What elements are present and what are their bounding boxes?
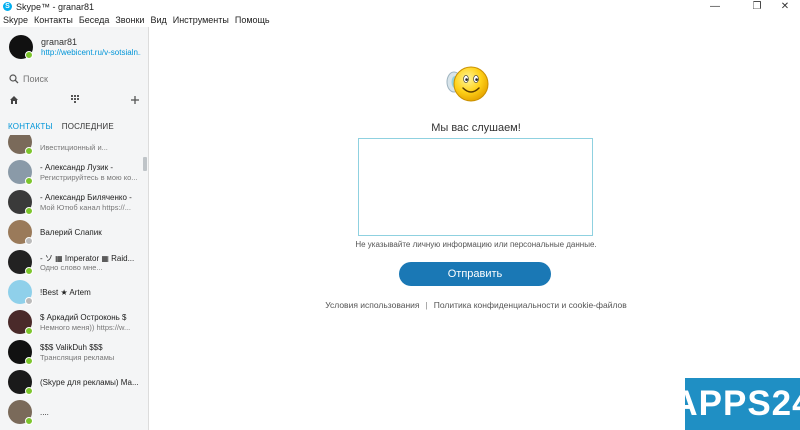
contact-item[interactable]: $$$ ValikDuh $$$ Трансляция рекламы [0, 337, 148, 367]
profile-name: granar81 [41, 37, 78, 47]
contact-mood: Одно слово мне... [40, 263, 103, 272]
contact-name: Валерий Слапик [40, 228, 102, 237]
sidebar: granar81 http://webicent.ru/v-sotsialn..… [0, 27, 149, 430]
contact-item[interactable]: Валерий Слапик [0, 217, 148, 247]
online-status-icon [25, 177, 33, 185]
online-status-icon [25, 357, 33, 365]
search-icon [9, 74, 19, 84]
feedback-textarea[interactable] [358, 138, 593, 236]
online-status-icon [25, 51, 33, 59]
feedback-heading: Мы вас слушаем! [431, 122, 521, 134]
contact-list[interactable]: Ивестиционный и... - Александр Лузик - Рег… [0, 135, 148, 430]
away-status-icon [25, 297, 33, 305]
search-input[interactable] [23, 74, 133, 84]
feedback-panel: Мы вас слушаем! Не указывайте личную инф… [150, 27, 800, 430]
away-status-icon [25, 237, 33, 245]
menu-contacts[interactable]: Контакты [34, 15, 73, 25]
close-button[interactable]: ✕ [770, 0, 800, 13]
skype-logo-icon: S [3, 2, 12, 11]
profile-panel[interactable]: granar81 http://webicent.ru/v-sotsialn..… [0, 27, 148, 67]
minimize-button[interactable]: — [700, 0, 730, 13]
contact-item[interactable]: (Skype для рекламы) Ма... [0, 367, 148, 397]
contact-mood: Немного меня)) https://w... [40, 323, 131, 332]
profile-mood[interactable]: http://webicent.ru/v-sotsialn... [41, 48, 141, 57]
menu-view[interactable]: Вид [150, 15, 166, 25]
online-status-icon [25, 327, 33, 335]
home-icon[interactable] [9, 95, 19, 108]
contact-tabs: КОНТАКТЫ ПОСЛЕДНИЕ [0, 119, 148, 133]
online-status-icon [25, 207, 33, 215]
send-button[interactable]: Отправить [399, 262, 551, 286]
contact-mood: Регистрируйтесь в мою ко... [40, 173, 138, 182]
contact-mood: Ивестиционный и... [40, 143, 108, 152]
menu-bar: Skype Контакты Беседа Звонки Вид Инструм… [0, 13, 800, 26]
contact-name: - Александр Лузик - [40, 163, 113, 172]
online-status-icon [25, 147, 33, 155]
restore-button[interactable]: ❐ [742, 0, 772, 13]
contact-item[interactable]: Ивестиционный и... [0, 135, 148, 157]
title-bar: S Skype™ - granar81 — ❐ ✕ [0, 0, 800, 13]
link-separator: | [425, 300, 428, 310]
menu-conversation[interactable]: Беседа [79, 15, 109, 25]
contact-mood: Трансляция рекламы [40, 353, 115, 362]
contact-item[interactable]: - Александр Биляченко - Мой Ютюб канал ht… [0, 187, 148, 217]
contact-mood: Мой Ютюб канал https://... [40, 203, 131, 212]
add-icon[interactable] [130, 95, 140, 108]
contact-name: !Best ★ Artem [40, 288, 91, 297]
contact-name: .... [40, 408, 49, 417]
contact-name: - Александр Биляченко - [40, 193, 132, 202]
contact-name: $ Аркадий Остроконь $ [40, 313, 127, 322]
smiley-icon [446, 66, 489, 102]
contact-item[interactable]: - ソ ▦ Imperator ▦ Raid... Одно слово мне.… [0, 247, 148, 277]
contact-item[interactable]: !Best ★ Artem [0, 277, 148, 307]
contact-item[interactable]: .... [0, 397, 148, 427]
contact-item[interactable]: - Александр Лузик - Регистрируйтесь в мою… [0, 157, 148, 187]
quick-actions [0, 93, 148, 109]
contact-item[interactable]: $ Аркадий Остроконь $ Немного меня)) http… [0, 307, 148, 337]
online-status-icon [25, 387, 33, 395]
search-bar [0, 71, 148, 87]
privacy-link[interactable]: Политика конфиденциальности и cookie-фай… [434, 300, 627, 310]
privacy-hint: Не указывайте личную информацию или перс… [355, 240, 597, 249]
apps24-watermark: APPS24 [672, 378, 800, 430]
menu-calls[interactable]: Звонки [115, 15, 144, 25]
tab-contacts[interactable]: КОНТАКТЫ [8, 122, 53, 131]
menu-help[interactable]: Помощь [235, 15, 270, 25]
online-status-icon [25, 417, 33, 425]
contact-name: (Skype для рекламы) Ма... [40, 378, 138, 387]
menu-tools[interactable]: Инструменты [173, 15, 229, 25]
footer-links: Условия использования | Политика конфиденц… [150, 300, 800, 310]
contact-list-scrollbar[interactable] [143, 157, 147, 171]
menu-skype[interactable]: Skype [3, 15, 28, 25]
dialpad-icon[interactable] [70, 94, 79, 108]
tab-recent[interactable]: ПОСЛЕДНИЕ [62, 122, 114, 131]
window-title: Skype™ - granar81 [16, 1, 95, 12]
online-status-icon [25, 267, 33, 275]
terms-link[interactable]: Условия использования [325, 300, 419, 310]
contact-name: $$$ ValikDuh $$$ [40, 343, 103, 352]
